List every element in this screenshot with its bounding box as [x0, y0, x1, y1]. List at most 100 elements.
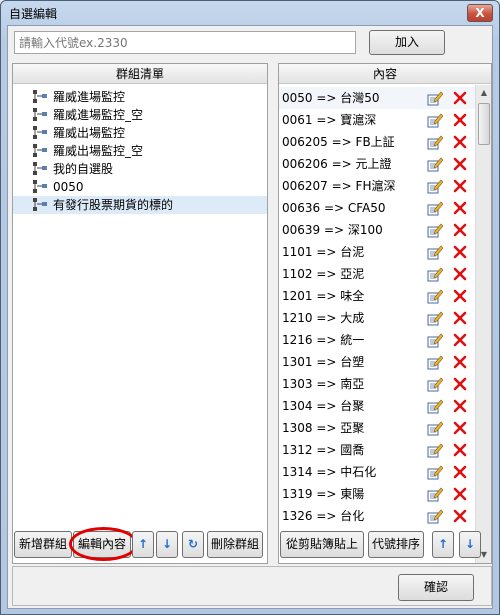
- scroll-up-icon[interactable]: ▲: [476, 85, 492, 101]
- delete-icon[interactable]: [452, 442, 468, 458]
- edit-icon[interactable]: [427, 244, 443, 260]
- content-row[interactable]: 1319 => 東陽: [279, 483, 475, 505]
- dialog-window: 自選編輯 X 加入 群組清單 羅威進場監控羅威進場監控_空羅威出場監控羅威出場監…: [0, 0, 500, 615]
- edit-icon[interactable]: [427, 288, 443, 304]
- content-row[interactable]: 1301 => 台塑: [279, 351, 475, 373]
- edit-icon[interactable]: [427, 442, 443, 458]
- edit-icon[interactable]: [427, 178, 443, 194]
- content-row[interactable]: 1201 => 味全: [279, 285, 475, 307]
- group-move-down-button[interactable]: ↓: [156, 531, 178, 558]
- delete-group-button[interactable]: 刪除群組: [207, 531, 263, 558]
- group-item[interactable]: 0050: [13, 178, 267, 196]
- delete-icon[interactable]: [452, 508, 468, 524]
- delete-icon[interactable]: [452, 398, 468, 414]
- content-row-label: 1102 => 亞泥: [282, 267, 365, 281]
- highlight-circle: [69, 527, 138, 561]
- delete-icon[interactable]: [452, 112, 468, 128]
- edit-icon[interactable]: [427, 156, 443, 172]
- edit-icon[interactable]: [427, 222, 443, 238]
- ok-button[interactable]: 確認: [398, 574, 474, 601]
- content-header: 內容: [279, 64, 491, 84]
- content-row[interactable]: 0050 => 台灣50: [279, 87, 475, 109]
- edit-icon[interactable]: [427, 420, 443, 436]
- delete-icon[interactable]: [452, 464, 468, 480]
- refresh-icon: ↻: [187, 537, 199, 551]
- content-row[interactable]: 1210 => 大成: [279, 307, 475, 329]
- group-item[interactable]: 有發行股票期貨的標的: [13, 196, 267, 214]
- content-row[interactable]: 1314 => 中石化: [279, 461, 475, 483]
- sort-code-button[interactable]: 代號排序: [368, 531, 424, 558]
- arrow-up-icon: ↑: [437, 537, 449, 551]
- close-button[interactable]: X: [467, 4, 493, 22]
- delete-icon[interactable]: [452, 266, 468, 282]
- edit-icon[interactable]: [427, 508, 443, 524]
- edit-icon[interactable]: [427, 310, 443, 326]
- delete-icon[interactable]: [452, 288, 468, 304]
- scroll-thumb[interactable]: [478, 103, 490, 145]
- content-row[interactable]: 006207 => FH滬深: [279, 175, 475, 197]
- group-item[interactable]: 羅威進場監控_空: [13, 106, 267, 124]
- edit-icon[interactable]: [427, 398, 443, 414]
- content-row[interactable]: 1312 => 國喬: [279, 439, 475, 461]
- content-row[interactable]: 1304 => 台聚: [279, 395, 475, 417]
- content-scrollbar[interactable]: ▲ ▼: [475, 85, 491, 563]
- delete-icon[interactable]: [452, 200, 468, 216]
- content-row[interactable]: 0061 => 寶滬深: [279, 109, 475, 131]
- content-row[interactable]: 00636 => CFA50: [279, 197, 475, 219]
- paste-clipboard-button[interactable]: 從剪貼簿貼上: [280, 531, 364, 558]
- search-input[interactable]: [14, 31, 356, 54]
- group-item-label: 羅威出場監控_空: [53, 144, 144, 158]
- edit-icon[interactable]: [427, 486, 443, 502]
- add-button[interactable]: 加入: [369, 30, 445, 55]
- group-item[interactable]: 羅威進場監控: [13, 88, 267, 106]
- delete-icon[interactable]: [452, 244, 468, 260]
- delete-icon[interactable]: [452, 178, 468, 194]
- content-row-label: 1308 => 亞聚: [282, 421, 365, 435]
- delete-icon[interactable]: [452, 222, 468, 238]
- content-row-label: 1319 => 東陽: [282, 487, 365, 501]
- delete-icon[interactable]: [452, 134, 468, 150]
- content-row[interactable]: 1102 => 亞泥: [279, 263, 475, 285]
- group-item[interactable]: 我的自選股: [13, 160, 267, 178]
- delete-icon[interactable]: [452, 156, 468, 172]
- groups-header: 群組清單: [13, 64, 267, 84]
- group-move-up-button[interactable]: ↑: [132, 531, 154, 558]
- content-row-label: 1216 => 統一: [282, 333, 365, 347]
- refresh-button[interactable]: ↻: [182, 531, 204, 558]
- content-move-up-button[interactable]: ↑: [432, 531, 454, 558]
- content-move-down-button[interactable]: ↓: [459, 531, 481, 558]
- delete-icon[interactable]: [452, 486, 468, 502]
- edit-icon[interactable]: [427, 464, 443, 480]
- content-row-label: 00639 => 深100: [282, 223, 383, 237]
- edit-icon[interactable]: [427, 266, 443, 282]
- content-row[interactable]: 00639 => 深100: [279, 219, 475, 241]
- group-item[interactable]: 羅威出場監控: [13, 124, 267, 142]
- delete-icon[interactable]: [452, 332, 468, 348]
- tree-node-icon: [33, 180, 47, 193]
- group-item[interactable]: 羅威出場監控_空: [13, 142, 267, 160]
- edit-icon[interactable]: [427, 134, 443, 150]
- content-row[interactable]: 1216 => 統一: [279, 329, 475, 351]
- group-item-label: 羅威進場監控_空: [53, 108, 144, 122]
- edit-icon[interactable]: [427, 112, 443, 128]
- edit-icon[interactable]: [427, 90, 443, 106]
- edit-icon[interactable]: [427, 332, 443, 348]
- edit-icon[interactable]: [427, 376, 443, 392]
- groups-panel: 群組清單 羅威進場監控羅威進場監控_空羅威出場監控羅威出場監控_空我的自選股 00…: [12, 63, 268, 564]
- content-row-label: 006206 => 元上證: [282, 157, 392, 171]
- delete-icon[interactable]: [452, 90, 468, 106]
- content-row[interactable]: 006205 => FB上証: [279, 131, 475, 153]
- edit-icon[interactable]: [427, 200, 443, 216]
- delete-icon[interactable]: [452, 376, 468, 392]
- delete-icon[interactable]: [452, 310, 468, 326]
- new-group-button[interactable]: 新增群組: [14, 531, 72, 558]
- content-row-label: 0061 => 寶滬深: [282, 113, 377, 127]
- content-row[interactable]: 006206 => 元上證: [279, 153, 475, 175]
- content-row[interactable]: 1101 => 台泥: [279, 241, 475, 263]
- content-row[interactable]: 1326 => 台化: [279, 505, 475, 527]
- delete-icon[interactable]: [452, 420, 468, 436]
- delete-icon[interactable]: [452, 354, 468, 370]
- content-row[interactable]: 1303 => 南亞: [279, 373, 475, 395]
- content-row[interactable]: 1308 => 亞聚: [279, 417, 475, 439]
- edit-icon[interactable]: [427, 354, 443, 370]
